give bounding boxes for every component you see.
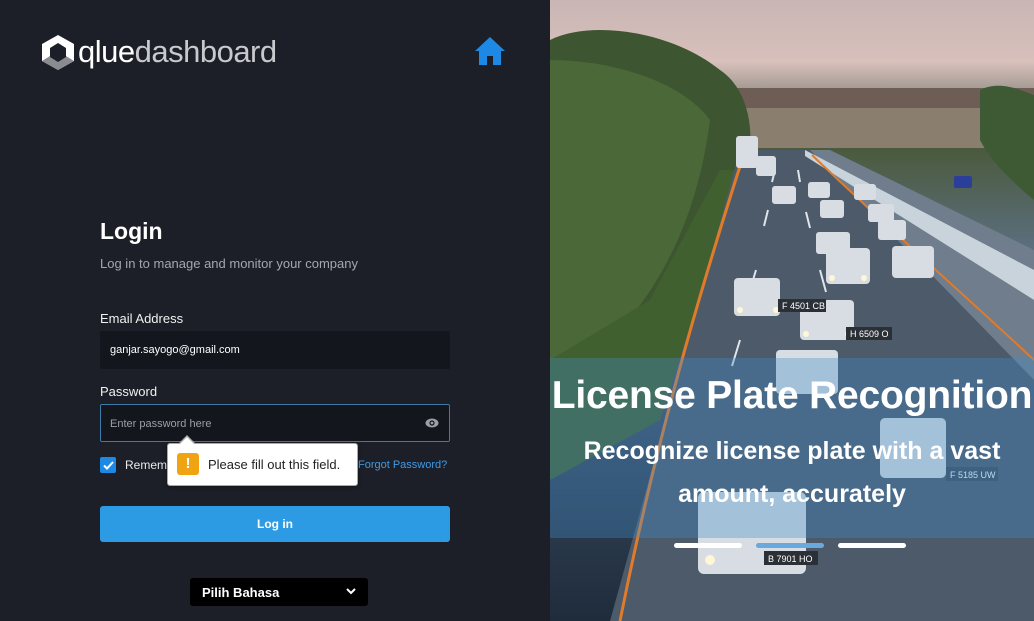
eye-icon[interactable] [425,417,439,429]
password-field[interactable] [110,415,410,433]
page-title: Login [100,218,163,244]
hero-panel: F 4501 CB H 6509 O B 7901 HO F 5185 UW L… [550,0,1034,621]
warning-icon: ! [177,453,199,475]
qlue-logo[interactable]: qluedashboard [40,32,277,72]
language-selector[interactable]: Pilih Bahasa [190,578,368,606]
plate-label: H 6509 O [850,329,889,339]
login-button[interactable]: Log in [100,506,450,542]
hero-title: License Plate Recognition [551,374,1033,417]
email-label: Email Address [100,311,184,326]
carousel-indicators [674,543,906,548]
carousel-dot[interactable] [838,543,906,548]
validation-message: Please fill out this field. [208,457,341,472]
page-subtitle: Log in to manage and monitor your compan… [100,256,358,271]
email-field[interactable]: ganjar.sayogo@gmail.com [100,331,450,369]
plate-label: B 7901 HO [768,554,813,564]
hero-subtitle: Recognize license plate with a vast amou… [583,437,1001,508]
home-icon[interactable] [474,36,506,66]
login-panel: qluedashboard Login Log in to manage and… [0,0,550,621]
remember-checkbox[interactable] [100,457,116,473]
logo-mark-icon [42,35,74,70]
password-field-wrapper [100,404,450,442]
remember-me: Rememb [100,457,174,473]
logo-text: qluedashboard [78,34,277,69]
forgot-password-link[interactable]: Forgot Password? [358,459,447,471]
chevron-down-icon [346,588,356,595]
carousel-dot[interactable] [674,543,742,548]
language-label: Pilih Bahasa [202,585,280,600]
plate-label: F 4501 CB [782,301,825,311]
password-label: Password [100,384,158,399]
carousel-dot[interactable] [756,543,824,548]
validation-tooltip: ! Please fill out this field. [167,435,358,486]
check-icon [102,460,114,470]
email-value: ganjar.sayogo@gmail.com [110,344,240,356]
